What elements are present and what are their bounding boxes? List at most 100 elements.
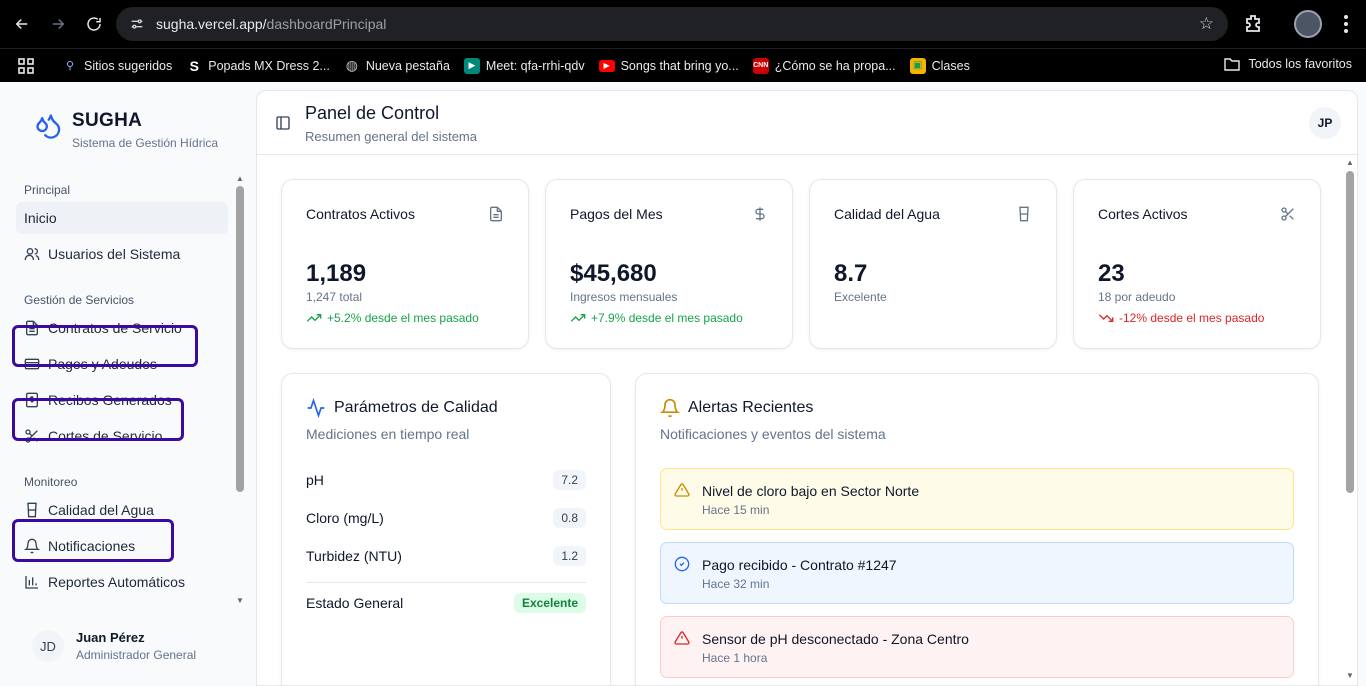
s-logo-icon: S bbox=[189, 57, 199, 74]
sidebar-scrollbar[interactable]: ▲ ▼ bbox=[233, 174, 247, 608]
site-settings-icon[interactable] bbox=[126, 13, 148, 35]
bookmark-item[interactable]: ⚲ Sitios sugeridos bbox=[62, 58, 172, 74]
folder-icon bbox=[1224, 58, 1241, 71]
sidebar-item-cortes[interactable]: Cortes de Servicio bbox=[16, 420, 228, 452]
panel-title-text: Alertas Recientes bbox=[688, 399, 814, 416]
alert-item[interactable]: Pago recibido - Contrato #1247 Hace 32 m… bbox=[660, 542, 1294, 604]
bookmark-item[interactable]: ▶ Songs that bring yo... bbox=[598, 58, 739, 73]
sidebar-item-notificaciones[interactable]: Notificaciones bbox=[16, 530, 228, 562]
alert-item[interactable]: Nivel de cloro bajo en Sector Norte Hace… bbox=[660, 468, 1294, 530]
globe-icon: ◍ bbox=[345, 57, 358, 73]
file-text-icon bbox=[26, 320, 38, 336]
meet-icon: ▶ bbox=[463, 57, 480, 74]
alerts-panel: Alertas Recientes Notificaciones y event… bbox=[635, 373, 1319, 685]
brand[interactable]: SUGHA Sistema de Gestión Hídrica bbox=[34, 110, 218, 150]
divider bbox=[306, 582, 586, 583]
scroll-down-icon[interactable]: ▼ bbox=[236, 596, 244, 605]
bookmark-item[interactable]: ▣ Clases bbox=[909, 57, 970, 74]
param-value: 1.2 bbox=[553, 546, 586, 566]
scroll-down-icon[interactable]: ▼ bbox=[1346, 671, 1354, 680]
trending-down-icon bbox=[1098, 314, 1114, 322]
param-label: Turbidez (NTU) bbox=[306, 548, 402, 564]
main-panel: Panel de Control Resumen general del sis… bbox=[256, 90, 1358, 686]
glass-icon bbox=[1019, 206, 1029, 222]
param-value: 7.2 bbox=[553, 470, 586, 490]
stat-value: 23 bbox=[1098, 260, 1125, 287]
alert-title: Pago recibido - Contrato #1247 bbox=[702, 557, 897, 573]
dashboard-content: Contratos Activos 1,189 1,247 total +5.2… bbox=[257, 155, 1345, 685]
bookmark-item[interactable]: S Popads MX Dress 2... bbox=[186, 58, 330, 74]
sidebar-item-label: Pagos y Adeudos bbox=[48, 356, 157, 372]
alert-time: Hace 1 hora bbox=[702, 651, 768, 665]
bookmark-label: Songs that bring yo... bbox=[620, 58, 739, 73]
app-root: SUGHA Sistema de Gestión Hídrica Princip… bbox=[0, 82, 1366, 686]
profile-avatar[interactable] bbox=[1294, 10, 1322, 38]
quality-panel-title: Parámetros de Calidad bbox=[306, 398, 498, 418]
sidebar-item-contratos[interactable]: Contratos de Servicio bbox=[16, 312, 228, 344]
page-header: Panel de Control Resumen general del sis… bbox=[257, 91, 1357, 155]
sidebar-item-reportes[interactable]: Reportes Automáticos bbox=[16, 566, 228, 598]
alert-time: Hace 32 min bbox=[702, 577, 770, 591]
bookmark-star-icon[interactable]: ☆ bbox=[1199, 15, 1214, 33]
bookmark-item[interactable]: ◍ Nueva pestaña bbox=[344, 57, 450, 74]
sidebar-item-inicio[interactable]: Inicio bbox=[16, 202, 228, 234]
stat-card-contratos: Contratos Activos 1,189 1,247 total +5.2… bbox=[281, 179, 529, 349]
bookmark-item[interactable]: ▶ Meet: qfa-rrhi-qdv bbox=[463, 57, 585, 74]
warning-triangle-icon bbox=[674, 483, 690, 497]
cnn-icon: CNN bbox=[752, 57, 769, 74]
quality-panel: Parámetros de Calidad Mediciones en tiem… bbox=[281, 373, 611, 685]
classroom-icon: ▣ bbox=[909, 57, 926, 74]
stat-title: Contratos Activos bbox=[306, 206, 415, 222]
reload-button[interactable] bbox=[78, 8, 110, 40]
param-row: Turbidez (NTU) 1.2 bbox=[306, 544, 586, 568]
sidebar-item-pagos[interactable]: Pagos y Adeudos bbox=[16, 348, 228, 380]
page-title: Panel de Control bbox=[305, 103, 440, 123]
arrow-left-icon bbox=[15, 18, 28, 30]
back-button[interactable] bbox=[6, 8, 38, 40]
nav-group-label: Gestión de Servicios bbox=[24, 293, 135, 307]
stat-card-pagos: Pagos del Mes $45,680 Ingresos mensuales… bbox=[545, 179, 793, 349]
alerts-panel-title: Alertas Recientes bbox=[660, 398, 813, 418]
main-scrollbar[interactable]: ▲ ▼ bbox=[1343, 155, 1357, 685]
bookmark-item[interactable]: CNN ¿Cómo se ha propa... bbox=[752, 57, 896, 74]
extensions-icon[interactable] bbox=[1242, 12, 1266, 36]
alert-item[interactable]: Sensor de pH desconectado - Zona Centro … bbox=[660, 616, 1294, 678]
alert-title: Sensor de pH desconectado - Zona Centro bbox=[702, 631, 969, 647]
all-bookmarks-button[interactable]: Todos los favoritos bbox=[1224, 57, 1352, 71]
stat-subtext: Ingresos mensuales bbox=[570, 290, 678, 304]
avatar: JD bbox=[32, 630, 64, 662]
scroll-up-icon[interactable]: ▲ bbox=[1346, 158, 1354, 167]
scroll-thumb[interactable] bbox=[1346, 171, 1354, 493]
scroll-up-icon[interactable]: ▲ bbox=[236, 174, 244, 183]
sidebar-item-label: Inicio bbox=[24, 210, 57, 226]
browser-toolbar: sugha.vercel.app/dashboardPrincipal ☆ bbox=[0, 0, 1366, 48]
more-vert-icon[interactable] bbox=[1336, 13, 1356, 35]
forward-button[interactable] bbox=[42, 8, 74, 40]
url-path: dashboardPrincipal bbox=[266, 16, 387, 32]
sidebar-item-label: Cortes de Servicio bbox=[48, 428, 163, 444]
credit-card-icon bbox=[24, 358, 40, 370]
sidebar-item-calidad[interactable]: Calidad del Agua bbox=[16, 494, 228, 526]
bookmark-label: Sitios sugeridos bbox=[84, 58, 173, 73]
avatar[interactable]: JP bbox=[1309, 107, 1341, 139]
stat-trend-text: +5.2% desde el mes pasado bbox=[327, 311, 479, 325]
search-icon: ⚲ bbox=[65, 60, 75, 72]
sidebar-item-usuarios[interactable]: Usuarios del Sistema bbox=[16, 238, 228, 270]
reload-icon bbox=[87, 17, 101, 31]
stat-title: Pagos del Mes bbox=[570, 206, 663, 222]
chart-icon bbox=[25, 576, 38, 589]
scissors-icon bbox=[25, 429, 38, 443]
scroll-thumb[interactable] bbox=[236, 186, 244, 492]
trending-up-icon bbox=[570, 314, 586, 322]
user-name: Juan Pérez bbox=[76, 630, 145, 645]
panel-subtitle: Notificaciones y eventos del sistema bbox=[660, 426, 886, 442]
bookmarks-bar: ⚲ Sitios sugeridos S Popads MX Dress 2... … bbox=[0, 48, 1366, 82]
sidebar-toggle-icon[interactable] bbox=[275, 115, 291, 131]
sidebar-item-recibos[interactable]: Recibos Generados bbox=[16, 384, 228, 416]
address-bar[interactable]: sugha.vercel.app/dashboardPrincipal ☆ bbox=[116, 7, 1228, 41]
brand-name: SUGHA bbox=[72, 110, 143, 131]
nav-group-label: Principal bbox=[24, 183, 71, 197]
apps-grid-icon[interactable] bbox=[18, 57, 34, 74]
user-profile[interactable]: JD Juan Pérez Administrador General bbox=[32, 630, 196, 662]
glass-icon bbox=[27, 502, 37, 518]
